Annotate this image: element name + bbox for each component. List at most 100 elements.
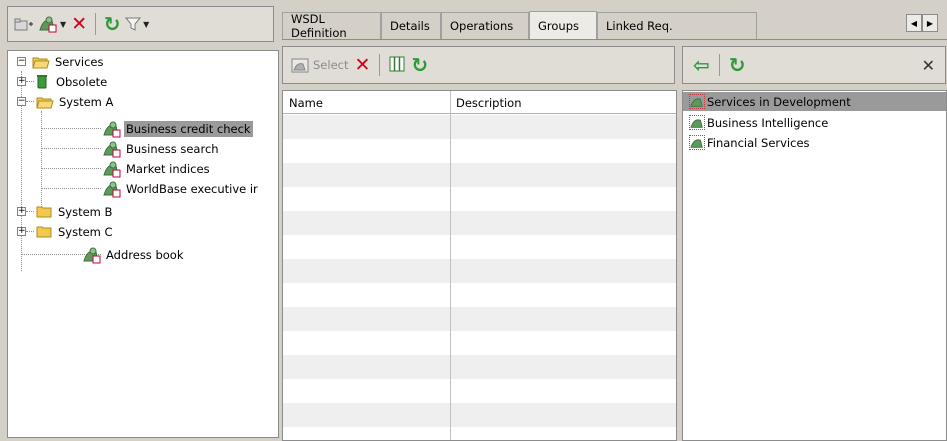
service-icon	[83, 247, 101, 263]
collapse-toggle[interactable]: −	[17, 57, 26, 66]
new-service-button[interactable]: ▼	[38, 12, 66, 36]
table-row	[283, 307, 676, 331]
tab-label: Groups	[538, 19, 580, 33]
tab-wsdl-definition[interactable]: WSDL Definition	[282, 12, 381, 40]
new-folder-icon	[14, 18, 33, 31]
service-icon	[103, 121, 121, 137]
service-icon	[103, 181, 121, 197]
folder-open-icon	[32, 57, 50, 68]
list-item-label: Services in Development	[707, 94, 851, 109]
table-row	[283, 211, 676, 235]
tab-label: WSDL Definition	[291, 12, 347, 40]
tree-node-system-a[interactable]: System A	[36, 92, 115, 111]
tab-label: Operations	[450, 19, 514, 33]
tab-operations[interactable]: Operations	[441, 12, 529, 39]
delete-button[interactable]: ✕	[70, 12, 88, 36]
column-divider[interactable]	[450, 91, 451, 440]
list-item[interactable]: Financial Services	[689, 133, 810, 152]
select-label: Select	[313, 58, 349, 72]
details-tabs: WSDL Definition Details Operations Group…	[282, 6, 947, 40]
available-groups-toolbar: ⇦ ↻ ✕	[682, 46, 946, 84]
tree-node-business-credit-check[interactable]: Business credit check	[102, 119, 253, 138]
list-item[interactable]: Services in Development	[683, 92, 946, 111]
tree-connector	[41, 168, 101, 169]
table-row	[283, 187, 676, 211]
refresh-button[interactable]: ↻	[103, 12, 121, 36]
tree-node-address-book[interactable]: Address book	[82, 245, 186, 264]
select-button[interactable]: Select	[291, 58, 348, 73]
tree-node-system-c[interactable]: System C	[36, 222, 115, 241]
close-button[interactable]: ✕	[922, 56, 935, 75]
tree-connector	[26, 211, 34, 212]
services-tree[interactable]: − Services + Obsolete − System A Busines…	[7, 50, 279, 438]
new-folder-button[interactable]	[14, 12, 34, 36]
table-row	[283, 163, 676, 187]
column-header-name[interactable]: Name	[283, 91, 450, 114]
tree-node-label: Market indices	[126, 161, 210, 176]
tree-connector	[26, 81, 34, 82]
table-row	[283, 379, 676, 403]
folder-icon	[36, 226, 52, 238]
tab-scroll-right-button[interactable]: ▶	[922, 14, 938, 32]
table-row	[283, 139, 676, 163]
tab-linked-req[interactable]: Linked Req.	[597, 12, 757, 39]
table-row	[283, 427, 676, 440]
tab-groups[interactable]: Groups	[529, 11, 597, 40]
table-row	[283, 355, 676, 379]
obsolete-bin-icon	[37, 75, 47, 89]
filter-button[interactable]: ▼	[125, 12, 149, 36]
columns-button[interactable]	[389, 56, 405, 75]
select-icon	[291, 58, 309, 72]
table-row	[283, 283, 676, 307]
arrow-left-icon: ⇦	[693, 53, 710, 77]
chevron-down-icon: ▼	[143, 19, 150, 29]
tree-node-worldbase-executive[interactable]: WorldBase executive ir	[102, 179, 260, 198]
expand-toggle[interactable]: +	[17, 77, 26, 86]
groups-grid[interactable]: Name Description	[282, 90, 677, 441]
refresh-icon: ↻	[728, 53, 746, 77]
tree-connector	[41, 148, 101, 149]
remove-button[interactable]: ✕	[354, 53, 371, 76]
tree-node-label: Business search	[126, 141, 219, 156]
tree-node-market-indices[interactable]: Market indices	[102, 159, 212, 178]
tree-toolbar: ▼ ✕ ↻ ▼	[7, 6, 274, 42]
toolbar-divider	[379, 54, 381, 76]
tree-connector	[41, 111, 42, 211]
refresh-icon: ↻	[411, 53, 429, 77]
tree-node-label: Obsolete	[56, 74, 108, 89]
grid-header: Name Description	[283, 91, 676, 114]
expand-toggle[interactable]: +	[17, 207, 26, 216]
tree-node-label: Address book	[106, 247, 184, 262]
column-header-label: Name	[289, 95, 323, 110]
delete-icon: ✕	[71, 12, 88, 35]
columns-icon	[389, 56, 405, 71]
refresh-button[interactable]: ↻	[729, 55, 746, 75]
tab-scroll-left-button[interactable]: ◀	[906, 14, 922, 32]
add-to-groups-button[interactable]: ⇦	[693, 55, 710, 75]
list-item-label: Business Intelligence	[707, 115, 829, 130]
list-item[interactable]: Business Intelligence	[689, 113, 829, 132]
tree-node-label: System B	[58, 204, 113, 219]
refresh-icon: ↻	[103, 12, 121, 36]
tab-label: Details	[390, 19, 430, 33]
close-icon: ✕	[921, 56, 935, 75]
tab-underline	[282, 39, 947, 40]
chevron-down-icon: ▼	[60, 19, 67, 29]
refresh-button[interactable]: ↻	[411, 55, 428, 75]
table-row	[283, 115, 676, 139]
tree-node-system-b[interactable]: System B	[36, 202, 114, 221]
delete-icon: ✕	[354, 53, 371, 76]
tree-node-services[interactable]: Services	[32, 52, 106, 71]
available-groups-list[interactable]: Services in Development Business Intelli…	[682, 90, 947, 441]
tree-node-business-search[interactable]: Business search	[102, 139, 221, 158]
service-icon	[103, 141, 121, 157]
arrow-left-icon: ◀	[910, 18, 918, 28]
tree-connector	[26, 231, 34, 232]
filter-icon	[125, 17, 142, 31]
tree-node-obsolete[interactable]: Obsolete	[36, 72, 109, 91]
column-header-label: Description	[456, 95, 522, 110]
expand-toggle[interactable]: +	[17, 227, 26, 236]
tab-details[interactable]: Details	[381, 12, 441, 39]
column-header-description[interactable]: Description	[450, 91, 676, 114]
collapse-toggle[interactable]: −	[17, 97, 26, 106]
